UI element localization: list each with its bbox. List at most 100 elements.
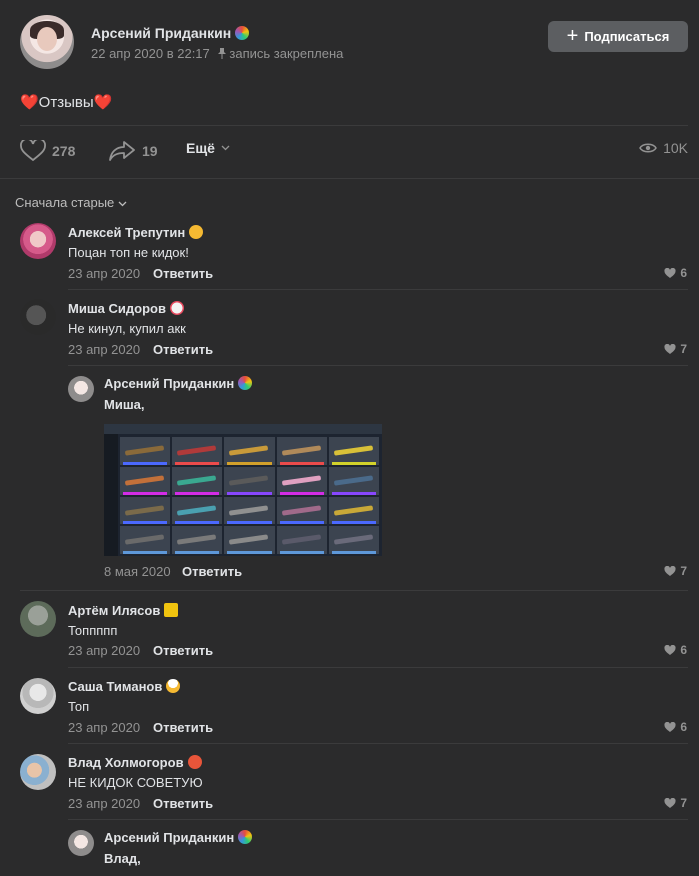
comment-date[interactable]: 23 апр 2020 [68,643,140,658]
sort-label: Сначала старые [15,195,115,210]
rainbow-emoji [235,26,250,40]
commenter-name[interactable]: Алексей Трепутин [68,225,204,240]
heart-icon [664,797,676,808]
commenter-name[interactable]: Артём Илясов [68,603,179,618]
commenter-avatar[interactable] [20,678,56,714]
views-count: 10K [663,140,688,156]
comment-date[interactable]: 23 апр 2020 [68,266,140,281]
comment-divider [68,743,688,744]
chevron-down-icon [221,145,230,151]
comment-date[interactable]: 23 апр 2020 [68,796,140,811]
commenter-avatar[interactable] [20,754,56,790]
clown-emoji [169,301,184,315]
reply-button[interactable]: Ответить [153,266,213,281]
commenter-avatar[interactable] [68,376,94,402]
sort-dropdown[interactable]: Сначала старые [15,195,127,210]
attached-screenshot-image[interactable] [104,424,382,556]
like-button[interactable]: 278 [20,140,75,162]
comment-like-button[interactable]: 7 [664,342,687,356]
cook-emoji [166,679,181,693]
commenter-avatar[interactable] [68,830,94,856]
author-avatar[interactable] [20,15,74,69]
reply-button[interactable]: Ответить [153,643,213,658]
reply-button[interactable]: Ответить [182,564,242,579]
comment-like-count: 7 [680,564,687,578]
plus-icon: + [566,24,579,47]
rainbow-emoji [238,830,253,844]
comment-text: Не кинул, купил акк [68,321,186,336]
comment-like-button[interactable]: 6 [664,720,687,734]
commenter-name-text[interactable]: Артём Илясов [68,603,160,618]
commenter-name-text[interactable]: Саша Тиманов [68,679,162,694]
image-item-grid [120,437,379,554]
commenter-name[interactable]: Саша Тиманов [68,679,181,694]
post-header: Арсений Приданкин 22 апр 2020 в 22:17 за… [20,15,688,71]
heart-icon [664,267,676,278]
post-author[interactable]: Арсений Приданкин [91,25,250,41]
post-meta: 22 апр 2020 в 22:17 запись закреплена [91,46,343,61]
comment-like-count: 7 [680,342,687,356]
image-inventory-bar [104,424,382,434]
comment-divider [68,819,688,820]
reply-button[interactable]: Ответить [153,342,213,357]
comment-date[interactable]: 23 апр 2020 [68,342,140,357]
post-date[interactable]: 22 апр 2020 в 22:17 [91,46,210,61]
commenter-name[interactable]: Арсений Приданкин [104,830,253,845]
share-button[interactable]: 19 [108,140,158,162]
post-author-name[interactable]: Арсений Приданкин [91,25,231,41]
comment-date[interactable]: 8 мая 2020 [104,564,171,579]
comment-divider [68,365,688,366]
subscribe-label: Подписаться [584,29,670,44]
share-count: 19 [142,143,158,159]
comment-text: Влад, [104,851,141,866]
comment-like-button[interactable]: 7 [664,564,687,578]
like-count: 278 [52,143,76,159]
heart-icon [664,644,676,655]
commenter-name[interactable]: Миша Сидоров [68,301,184,316]
comment-like-count: 6 [680,720,687,734]
commenter-name[interactable]: Влад Холмогоров [68,755,202,770]
section-divider [0,178,699,179]
comment-like-button[interactable]: 6 [664,266,687,280]
commenter-name-text[interactable]: Арсений Приданкин [104,376,234,391]
comment-like-button[interactable]: 7 [664,796,687,810]
views-counter: 10K [639,140,688,156]
heart-icon [664,721,676,732]
image-side-panel [104,434,118,556]
heart-icon [664,343,676,354]
comment-divider [68,667,688,668]
comment-text: Топпппп [68,623,118,638]
eye-icon [639,143,657,153]
commenter-avatar[interactable] [20,299,56,335]
crown-emoji [164,603,179,617]
more-button[interactable]: Ещё [186,140,230,156]
comment-divider [68,289,688,290]
comment-like-button[interactable]: 6 [664,643,687,657]
commenter-avatar[interactable] [20,601,56,637]
commenter-name-text[interactable]: Алексей Трепутин [68,225,185,240]
share-icon [109,141,135,161]
smiling-face-emoji [189,225,204,239]
comment-text: Миша, [104,397,145,412]
commenter-avatar[interactable] [20,223,56,259]
post-text-content: ❤️Отзывы❤️ [20,94,113,111]
commenter-name[interactable]: Арсений Приданкин [104,376,253,391]
commenter-name-text[interactable]: Влад Холмогоров [68,755,184,770]
subscribe-button[interactable]: + Подписаться [548,21,688,52]
chevron-down-icon [118,201,127,207]
comment-like-count: 7 [680,796,687,810]
rainbow-emoji [238,376,253,390]
comment-like-count: 6 [680,266,687,280]
comment-text: Поцан топ не кидок! [68,245,189,260]
comment-date[interactable]: 23 апр 2020 [68,720,140,735]
comment-text: НЕ КИДОК СОВЕТУЮ [68,775,203,790]
post-text: ❤️Отзывы❤️ [20,93,112,111]
commenter-name-text[interactable]: Миша Сидоров [68,301,166,316]
reply-button[interactable]: Ответить [153,796,213,811]
more-label: Ещё [186,140,215,156]
commenter-name-text[interactable]: Арсений Приданкин [104,830,234,845]
reply-button[interactable]: Ответить [153,720,213,735]
pinned-label: запись закреплена [229,46,344,61]
angry-face-emoji [187,755,202,769]
divider [20,125,688,126]
